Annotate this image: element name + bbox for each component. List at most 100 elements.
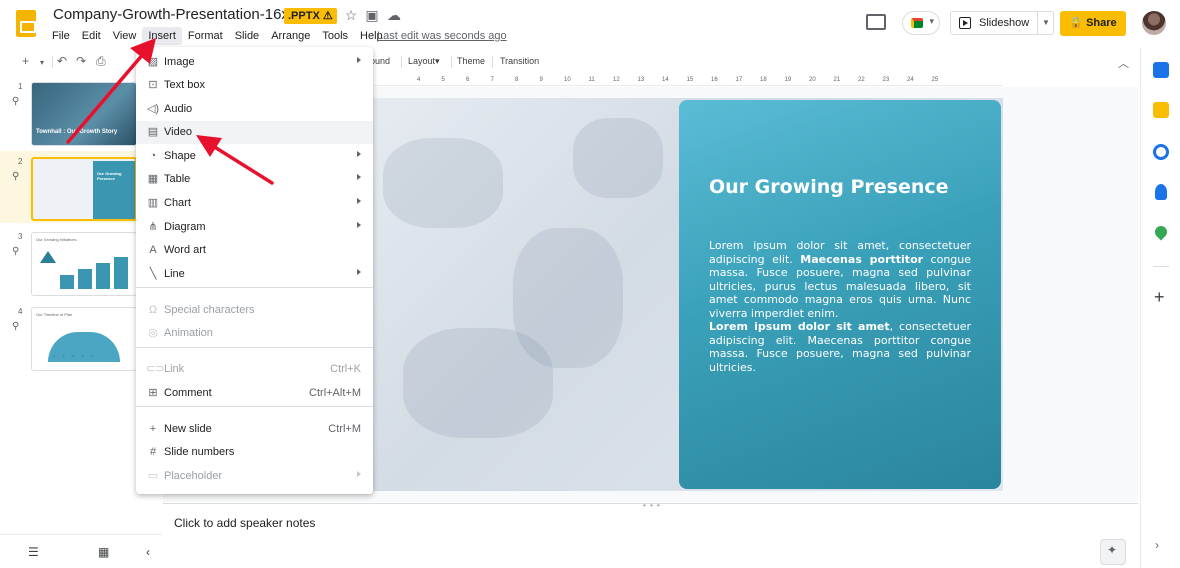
table-icon: ▦ xyxy=(147,173,159,185)
slide-body-text[interactable]: Lorem ipsum dolor sit amet, consectetuer… xyxy=(709,239,971,374)
avatar[interactable] xyxy=(1142,11,1166,35)
speaker-notes-placeholder[interactable]: Click to add speaker notes xyxy=(174,516,315,530)
divider xyxy=(451,56,452,68)
last-edit-link[interactable]: Last edit was seconds ago xyxy=(377,30,507,42)
chevron-up-icon[interactable]: ︿ xyxy=(1118,55,1129,71)
transition-button[interactable]: Transition xyxy=(500,55,539,67)
collapse-filmstrip-icon[interactable]: ‹ xyxy=(146,545,150,559)
new-slide-icon[interactable]: + xyxy=(22,54,29,68)
slide-text-card[interactable]: Our Growing Presence Lorem ipsum dolor s… xyxy=(679,100,1001,489)
menu-item-label: Word art xyxy=(164,244,206,256)
calendar-icon[interactable] xyxy=(1153,62,1169,78)
menu-item-shortcut: Ctrl+Alt+M xyxy=(309,387,361,399)
menu-view[interactable]: View xyxy=(107,27,143,45)
contacts-icon[interactable] xyxy=(1155,184,1167,200)
menu-item-image[interactable]: ▨ Image xyxy=(136,51,373,74)
chevron-down-icon[interactable]: ▾ xyxy=(40,56,44,70)
speaker-notes[interactable]: • • • Click to add speaker notes xyxy=(163,501,1138,568)
menu-item-text-box[interactable]: ⊡ Text box xyxy=(136,74,373,97)
ruler-tick-label: 5 xyxy=(441,77,445,83)
menu-item-comment[interactable]: ⊞ Comment Ctrl+Alt+M xyxy=(136,382,373,405)
thumbnail-shape: ●●●●● xyxy=(52,354,101,360)
redo-icon[interactable]: ↷ xyxy=(76,54,86,68)
meet-camera-icon xyxy=(911,18,923,28)
menu-item-table[interactable]: ▦ Table xyxy=(136,168,373,191)
tasks-icon[interactable] xyxy=(1153,144,1169,160)
submenu-arrow-icon xyxy=(357,471,361,477)
thumbnail-shape xyxy=(40,251,56,263)
cloud-status-icon[interactable]: ☁ xyxy=(386,7,402,23)
grid-view-icon[interactable]: ▦ xyxy=(98,545,109,559)
slide-thumbnail[interactable]: Our Timeline of Plan ●●●●● xyxy=(31,307,137,371)
chevron-right-icon[interactable]: › xyxy=(1155,538,1159,552)
share-button[interactable]: 🔒 Share xyxy=(1060,11,1126,36)
slide-thumbnail[interactable]: Our Growing Presence xyxy=(31,157,137,221)
maps-icon[interactable] xyxy=(1152,223,1170,241)
background-button[interactable]: ound xyxy=(370,55,390,67)
menu-item-label: Table xyxy=(164,173,191,185)
body-bold-text: Maecenas porttitor xyxy=(800,252,924,266)
menu-bar: File Edit View Insert Format Slide Arran… xyxy=(46,27,389,45)
menu-item-shape[interactable]: ◔ Shape xyxy=(136,145,373,168)
print-icon[interactable]: ⎙ xyxy=(96,54,106,68)
explore-button[interactable] xyxy=(1100,539,1126,565)
slide-thumbnail[interactable]: Our Growing Initiatives xyxy=(31,232,137,296)
star-icon[interactable]: ☆ xyxy=(343,7,359,23)
slide-thumbnail[interactable]: Townhall : Our Growth Story xyxy=(31,82,137,146)
divider xyxy=(1037,12,1038,34)
add-addon-icon[interactable]: + xyxy=(1154,288,1165,306)
menu-item-word-art[interactable]: A Word art xyxy=(136,239,373,262)
menu-item-label: Image xyxy=(164,56,195,68)
background-photo-shape xyxy=(383,138,503,228)
submenu-arrow-icon xyxy=(357,151,361,157)
meet-button[interactable]: ▾ xyxy=(902,11,940,35)
menu-format[interactable]: Format xyxy=(182,27,229,45)
menu-item-audio[interactable]: ◁) Audio xyxy=(136,98,373,121)
menu-item-label: Link xyxy=(164,363,185,375)
menu-item-video[interactable]: ▤ Video xyxy=(136,121,373,144)
layout-label: Layout xyxy=(408,56,436,66)
undo-icon[interactable]: ↶ xyxy=(57,54,67,68)
menu-item-label: Slide numbers xyxy=(164,446,235,458)
background-photo-shape xyxy=(403,328,553,438)
menu-arrange[interactable]: Arrange xyxy=(265,27,316,45)
comments-icon[interactable] xyxy=(866,14,886,30)
menu-file[interactable]: File xyxy=(46,27,76,45)
menu-item-new-slide[interactable]: + New slide Ctrl+M xyxy=(136,418,373,441)
menu-item-chart[interactable]: ▥ Chart xyxy=(136,192,373,215)
ruler-tick-label: 10 xyxy=(564,77,571,83)
pptx-format-badge[interactable]: .PPTX ⚠ xyxy=(284,8,337,24)
menu-item-diagram[interactable]: ⋔ Diagram xyxy=(136,216,373,239)
chevron-down-icon[interactable]: ▼ xyxy=(1042,12,1050,34)
slide-canvas[interactable]: Our Growing Presence Lorem ipsum dolor s… xyxy=(373,98,1003,491)
resize-handle[interactable]: • • • xyxy=(643,501,661,510)
slide-heading[interactable]: Our Growing Presence xyxy=(709,174,989,201)
theme-button[interactable]: Theme xyxy=(457,55,485,67)
move-folder-icon[interactable]: ▣ xyxy=(364,7,380,23)
menu-item-label: Audio xyxy=(164,103,193,115)
thumbnail-shape xyxy=(96,263,110,289)
thumbnail-card xyxy=(93,161,135,219)
menu-item-link: ⊂⊃ Link Ctrl+K xyxy=(136,358,373,381)
document-title[interactable]: Company-Growth-Presentation-16x9 xyxy=(53,6,297,23)
menu-insert[interactable]: Insert xyxy=(142,27,182,45)
menu-item-label: Diagram xyxy=(164,221,206,233)
chart-icon: ▥ xyxy=(147,197,159,209)
ruler-tick-label: 25 xyxy=(931,77,939,83)
menu-separator xyxy=(136,347,373,348)
horizontal-ruler[interactable]: 4 5 6 7 8 9 10 11 12 13 14 15 16 17 18 19 20 21 22 23 24 25 xyxy=(373,76,1003,86)
layout-button[interactable]: Layout▾ xyxy=(408,55,440,67)
menu-slide[interactable]: Slide xyxy=(229,27,265,45)
list-view-icon[interactable]: ☰ xyxy=(28,545,39,559)
thumbnail-shape xyxy=(60,275,74,289)
ruler-tick-label: 9 xyxy=(539,77,543,83)
menu-edit[interactable]: Edit xyxy=(76,27,107,45)
menu-item-slide-numbers[interactable]: # Slide numbers xyxy=(136,441,373,464)
menu-tools[interactable]: Tools xyxy=(316,27,354,45)
menu-item-label: Shape xyxy=(164,150,196,162)
keep-icon[interactable] xyxy=(1153,102,1169,118)
menu-item-line[interactable]: ╲ Line xyxy=(136,263,373,286)
slideshow-button[interactable]: Slideshow ▼ xyxy=(950,11,1054,35)
slides-logo-icon[interactable] xyxy=(16,10,36,37)
slide-number: 4 xyxy=(18,307,23,316)
